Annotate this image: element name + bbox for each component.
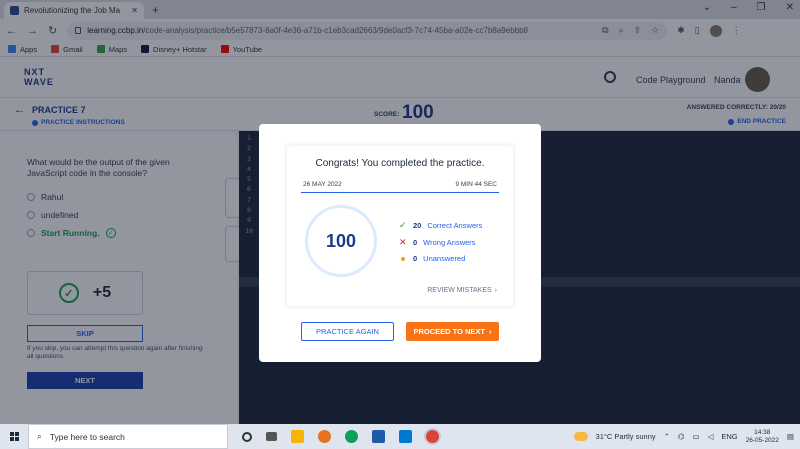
score-ring: 100 <box>305 205 377 277</box>
mail-icon[interactable] <box>399 430 412 443</box>
search-icon: ⌕ <box>37 431 42 441</box>
dot-icon <box>399 256 407 261</box>
correct-count: 20 <box>413 221 422 230</box>
file-explorer-icon[interactable] <box>291 430 304 443</box>
language-indicator[interactable]: ENG <box>721 432 737 441</box>
score-ring-value: 100 <box>325 230 357 251</box>
proceed-to-next-button[interactable]: PROCEED TO NEXT › <box>406 322 499 341</box>
cross-icon: ✕ <box>399 237 407 247</box>
wrong-count: 0 <box>413 238 418 247</box>
tray-expand-icon[interactable]: ⌃ <box>664 432 670 441</box>
chevron-right-icon: › <box>494 287 497 294</box>
weather-text[interactable]: 31°C Partly sunny <box>596 432 656 441</box>
result-card: Congrats! You completed the practice. 26… <box>287 146 513 306</box>
unanswered-count: 0 <box>413 254 418 263</box>
completion-duration: 9 MIN 44 SEC <box>455 181 497 188</box>
taskbar-apps <box>242 430 439 443</box>
correct-label: Correct Answers <box>427 221 483 230</box>
proceed-label: PROCEED TO NEXT <box>413 327 486 336</box>
divider <box>301 192 499 193</box>
clock-date: 26-05-2022 <box>745 436 779 444</box>
weather-icon[interactable] <box>573 432 588 441</box>
cortana-icon[interactable] <box>242 431 252 442</box>
taskbar-search[interactable]: ⌕ Type here to search <box>28 424 228 449</box>
battery-icon[interactable]: ▭ <box>693 432 700 441</box>
chrome-icon[interactable] <box>426 430 439 443</box>
search-placeholder: Type here to search <box>49 431 125 442</box>
unanswered-label: Unanswered <box>423 254 466 263</box>
clock[interactable]: 14:38 26-05-2022 <box>746 429 779 445</box>
notifications-icon[interactable]: ▤ <box>787 432 794 441</box>
review-label: REVIEW MISTAKES <box>427 287 492 294</box>
windows-logo-icon <box>9 432 19 441</box>
firefox-icon[interactable] <box>318 430 331 443</box>
check-icon: ✓ <box>399 220 407 230</box>
task-view-icon[interactable] <box>266 432 277 441</box>
stat-wrong: ✕ 0 Wrong Answers <box>399 237 476 248</box>
start-button[interactable] <box>0 432 28 441</box>
system-tray: 31°C Partly sunny ⌃ ⌬ ▭ ◁ ENG 14:38 26-0… <box>573 429 800 445</box>
volume-icon[interactable]: ◁ <box>708 432 714 441</box>
review-mistakes-link[interactable]: REVIEW MISTAKES › <box>427 287 497 294</box>
completion-modal: Congrats! You completed the practice. 26… <box>259 124 541 362</box>
windows-taskbar: ⌕ Type here to search 31°C Partly sunny … <box>0 424 800 449</box>
modal-title: Congrats! You completed the practice. <box>315 158 485 169</box>
clock-time: 14:38 <box>754 428 771 436</box>
network-icon[interactable]: ⌬ <box>678 432 685 441</box>
stat-correct: ✓ 20 Correct Answers <box>399 220 482 231</box>
edge-icon[interactable] <box>345 430 358 443</box>
wrong-label: Wrong Answers <box>423 238 476 247</box>
store-icon[interactable] <box>372 430 385 443</box>
completion-date: 26 MAY 2022 <box>303 181 342 188</box>
practice-again-button[interactable]: PRACTICE AGAIN <box>301 322 394 341</box>
chevron-right-icon: › <box>489 327 492 336</box>
stat-unanswered: 0 Unanswered <box>399 254 465 263</box>
